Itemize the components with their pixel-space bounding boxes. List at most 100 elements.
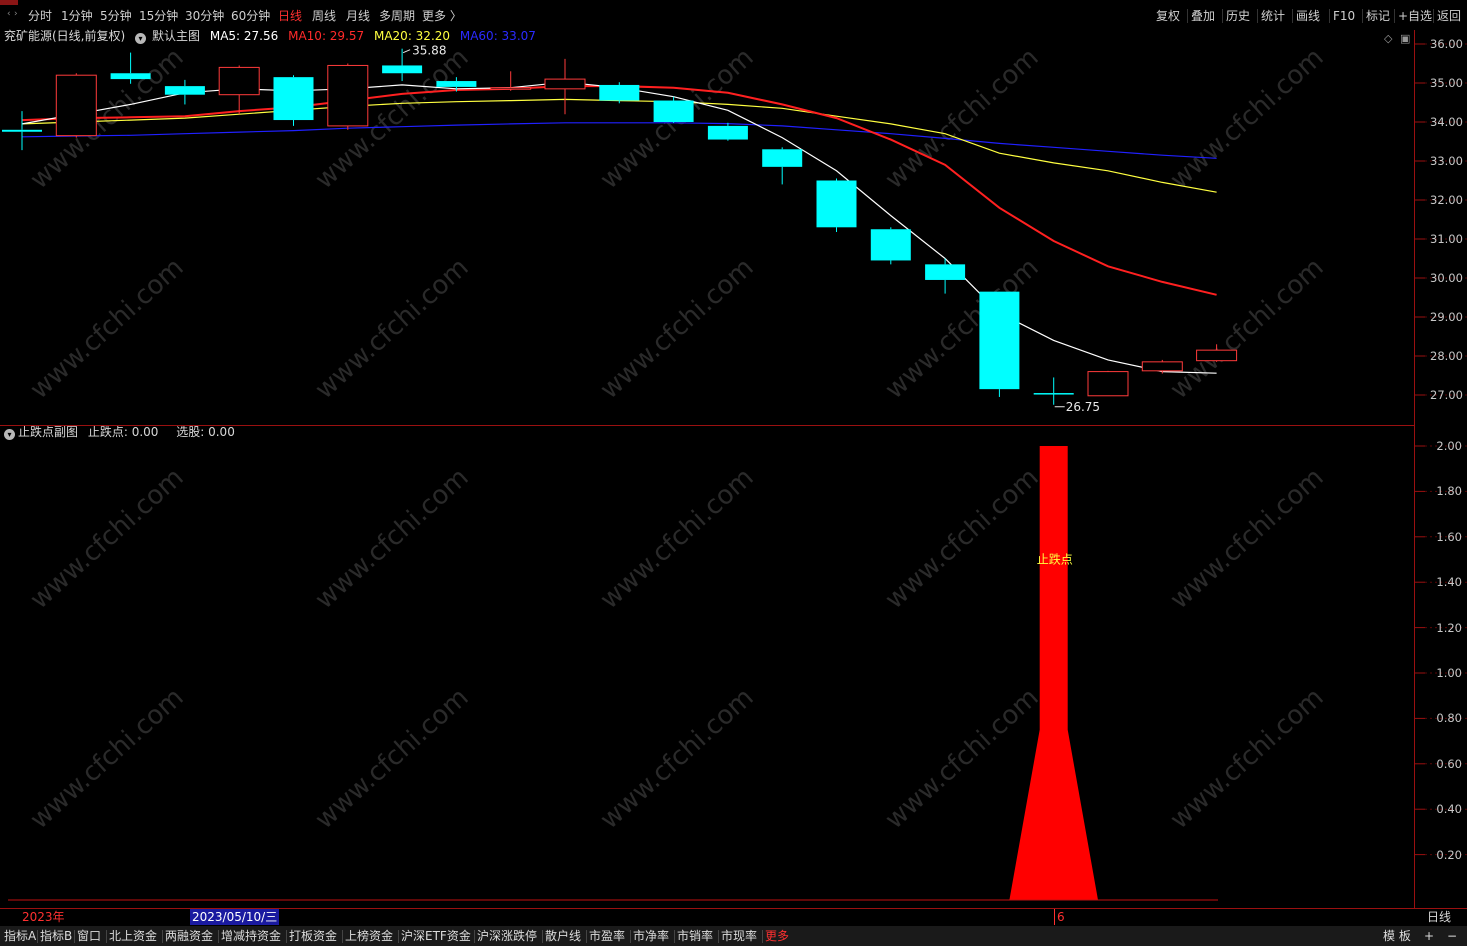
month-mark: 6 xyxy=(1054,909,1065,925)
watermark-text: www.cfchi.com xyxy=(595,462,760,615)
candle-body xyxy=(1033,393,1074,395)
bottom-tab[interactable]: 市盈率 xyxy=(589,926,625,946)
high-arrow xyxy=(402,49,411,54)
sub-tick: 0.80 xyxy=(1436,711,1462,726)
price-tick: 35.00 xyxy=(1430,76,1463,90)
bottom-tab[interactable]: 散户线 xyxy=(545,926,581,946)
candle-body xyxy=(218,66,260,96)
watermark-text: www.cfchi.com xyxy=(310,682,475,835)
bottom-tab[interactable]: 市净率 xyxy=(633,926,669,946)
price-tick: 31.00 xyxy=(1430,232,1463,246)
price-tick: 29.00 xyxy=(1430,310,1463,324)
sub-tick: 2.00 xyxy=(1436,439,1462,453)
tab-separator xyxy=(674,930,675,943)
candle-body xyxy=(1087,371,1129,397)
price-tick: 33.00 xyxy=(1430,154,1463,168)
bottom-tab[interactable]: 市现率 xyxy=(721,926,757,946)
price-tick: 32.00 xyxy=(1430,193,1463,207)
watermark-text: www.cfchi.com xyxy=(1165,252,1330,405)
watermark-text: www.cfchi.com xyxy=(1165,42,1330,195)
signal-label: 止跌点 xyxy=(1037,552,1073,567)
tab-separator xyxy=(398,930,399,943)
sub-tick: 1.20 xyxy=(1436,620,1462,635)
bottom-tab[interactable]: 打板资金 xyxy=(289,926,337,946)
bottom-tab[interactable]: 指标B xyxy=(40,926,72,946)
bottom-tab[interactable]: 窗口 xyxy=(77,926,101,946)
bottom-tab[interactable]: 沪深ETF资金 xyxy=(401,926,471,946)
bottom-tab-bar: 指标A 指标B 窗口 北上资金 两融资金 增减持资金 打板资金 上榜资金 沪深ETF资金 沪深涨跌… xyxy=(0,926,1467,946)
watermark-text: www.cfchi.com xyxy=(880,42,1045,195)
watermark-text: www.cfchi.com xyxy=(880,462,1045,615)
sub-tick: 1.00 xyxy=(1436,666,1462,680)
stop-signal-bar xyxy=(1009,446,1098,900)
period-label[interactable]: 日线 xyxy=(1427,909,1451,925)
add-pane-button[interactable]: + xyxy=(1424,926,1434,946)
tab-separator xyxy=(586,930,587,943)
candle-body xyxy=(707,125,748,140)
sub-tick: 0.60 xyxy=(1436,756,1462,771)
kline-chart[interactable]: www.cfchi.com www.cfchi.com www.cfchi.com w… xyxy=(0,0,1467,946)
tab-separator xyxy=(718,930,719,943)
watermark-text: www.cfchi.com xyxy=(1165,462,1330,615)
tab-separator xyxy=(37,930,38,943)
candle-body xyxy=(55,74,97,137)
candle-body xyxy=(273,77,314,121)
bottom-tab[interactable]: 北上资金 xyxy=(109,926,157,946)
candle-body xyxy=(925,264,966,280)
sub-tick: 0.20 xyxy=(1436,847,1462,862)
bottom-tab[interactable]: 增减持资金 xyxy=(221,926,281,946)
high-annotation: 35.88 xyxy=(412,44,446,58)
date-bar: 2023年 2023/05/10/三 6 日线 xyxy=(0,908,1467,926)
price-tick: 28.00 xyxy=(1430,349,1463,363)
tab-separator xyxy=(106,930,107,943)
candle-body xyxy=(816,180,857,228)
bottom-tab[interactable]: 两融资金 xyxy=(165,926,213,946)
candle-body xyxy=(599,84,640,101)
price-tick: 36.00 xyxy=(1430,37,1463,51)
candle-body xyxy=(1141,361,1183,372)
tab-separator xyxy=(342,930,343,943)
remove-pane-button[interactable]: − xyxy=(1447,926,1457,946)
watermark-text: www.cfchi.com xyxy=(25,462,190,615)
sub-tick: 1.80 xyxy=(1436,484,1462,499)
sub-tick: 1.60 xyxy=(1436,529,1462,544)
sub-tick: 0.40 xyxy=(1436,802,1462,817)
candle-body xyxy=(327,64,369,127)
tab-separator xyxy=(74,930,75,943)
tab-separator xyxy=(630,930,631,943)
watermark-text: www.cfchi.com xyxy=(310,252,475,405)
tab-separator xyxy=(218,930,219,943)
candle-body xyxy=(382,65,423,74)
candle-body xyxy=(1196,349,1238,362)
candle-body xyxy=(490,87,532,90)
tab-separator xyxy=(162,930,163,943)
price-tick: 27.00 xyxy=(1430,388,1463,402)
watermark-text: www.cfchi.com xyxy=(595,682,760,835)
tab-separator xyxy=(762,930,763,943)
watermark-text: www.cfchi.com xyxy=(880,682,1045,835)
candle-body xyxy=(762,149,803,167)
watermark-text: www.cfchi.com xyxy=(595,252,760,405)
bottom-tab[interactable]: 更多 xyxy=(765,926,789,946)
candle-body xyxy=(110,73,151,80)
sub-tick: 1.40 xyxy=(1436,575,1462,590)
candle-body xyxy=(436,81,477,87)
bottom-tab[interactable]: 沪深涨跌停 xyxy=(477,926,537,946)
watermark-text: www.cfchi.com xyxy=(1165,682,1330,835)
ma-line-ma5 xyxy=(21,81,1217,374)
bottom-tab[interactable]: 市销率 xyxy=(677,926,713,946)
low-annotation: 26.75 xyxy=(1066,400,1100,414)
tab-separator xyxy=(474,930,475,943)
bottom-tab[interactable]: 指标A xyxy=(4,926,36,946)
candle-body xyxy=(870,229,911,261)
tab-separator xyxy=(542,930,543,943)
watermark-text: www.cfchi.com xyxy=(25,252,190,405)
cursor-date: 2023/05/10/三 xyxy=(190,909,280,925)
candle-body xyxy=(164,86,205,95)
watermark-text: www.cfchi.com xyxy=(25,682,190,835)
year-label: 2023年 xyxy=(22,910,65,924)
bottom-tab[interactable]: 上榜资金 xyxy=(345,926,393,946)
template-button[interactable]: 模 板 xyxy=(1383,926,1411,946)
watermark-text: www.cfchi.com xyxy=(310,462,475,615)
price-tick: 30.00 xyxy=(1430,271,1463,285)
